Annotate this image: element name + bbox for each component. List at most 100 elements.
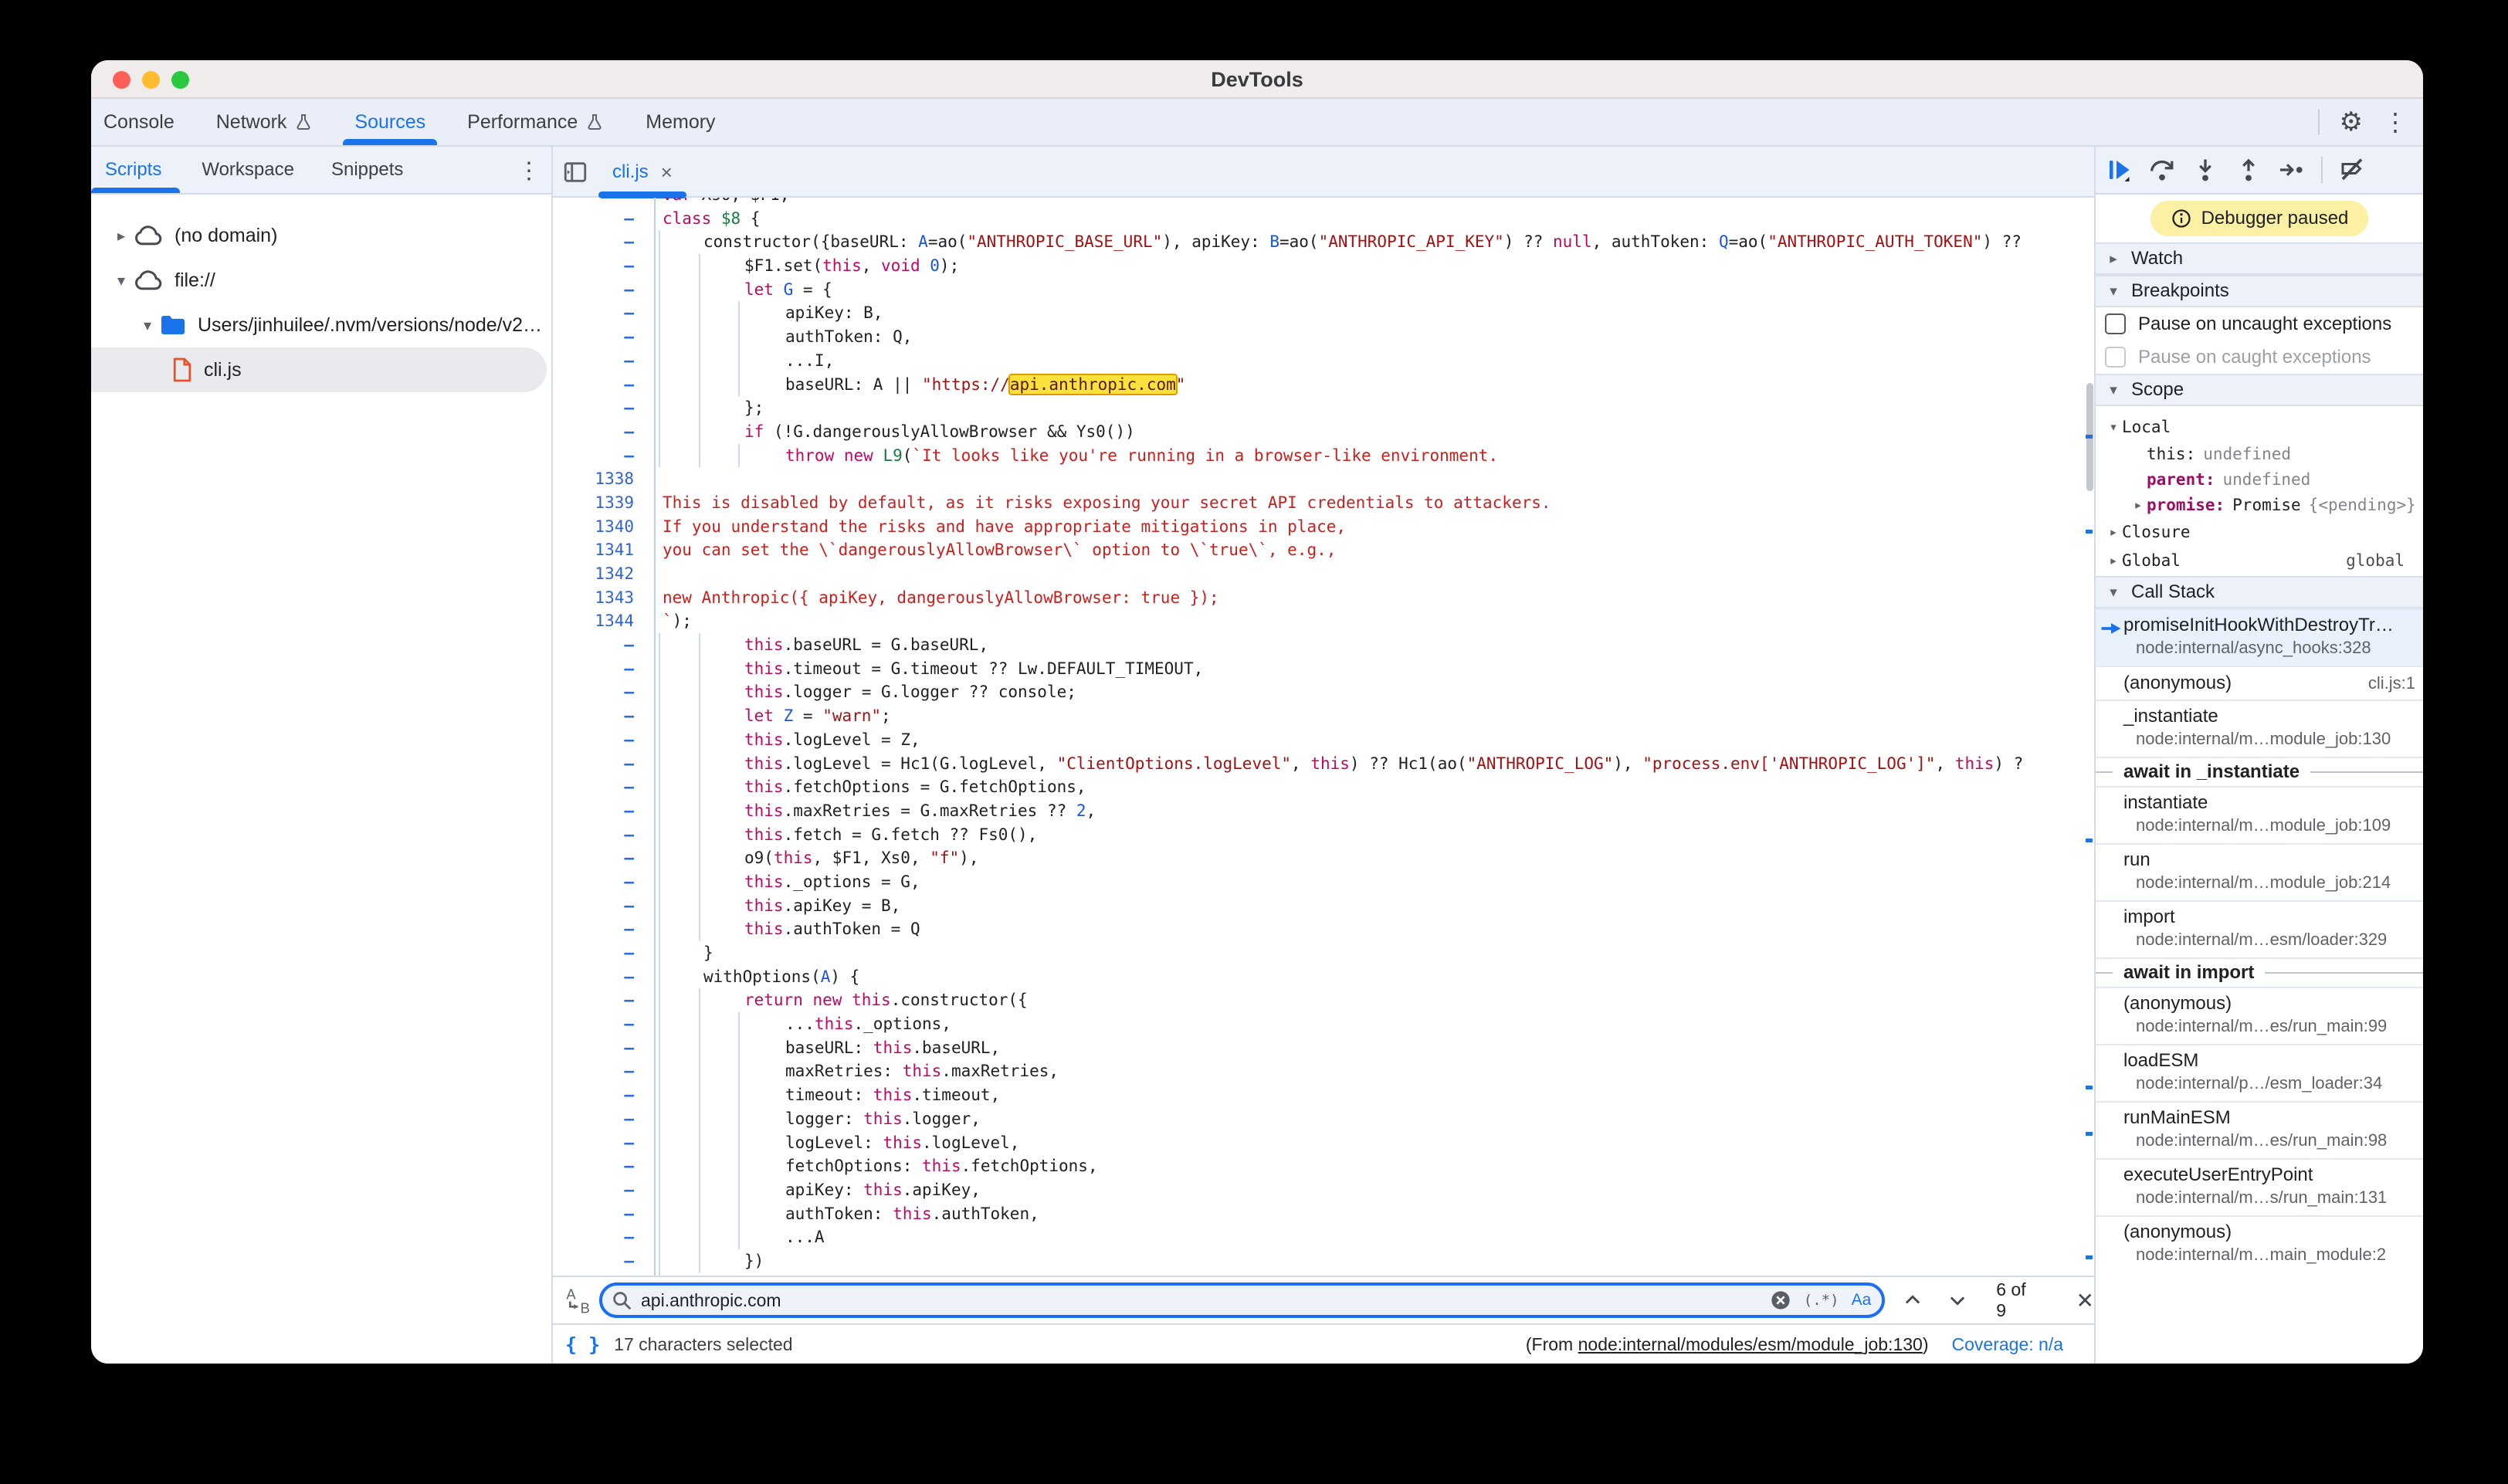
section-breakpoints[interactable]: ▾ Breakpoints <box>2096 275 2423 307</box>
chevron-down-icon[interactable]: ▾ <box>110 271 133 290</box>
pretty-print-icon[interactable]: { } <box>565 1333 600 1356</box>
next-result-icon[interactable] <box>1947 1289 1968 1311</box>
line-gutter[interactable]: – <box>553 633 656 657</box>
line-gutter[interactable]: 1344 <box>553 609 656 633</box>
search-input[interactable]: api.anthropic.com (.*) Aa <box>599 1282 1885 1318</box>
step-icon[interactable] <box>2278 156 2306 184</box>
more-options-icon[interactable]: ⋮ <box>2383 110 2408 134</box>
line-gutter[interactable]: – <box>553 1036 656 1060</box>
line-gutter[interactable]: – <box>553 254 656 278</box>
step-out-icon[interactable] <box>2235 156 2262 184</box>
line-gutter[interactable]: – <box>553 1273 656 1276</box>
tab-memory[interactable]: Memory <box>625 99 736 145</box>
source-link[interactable]: node:internal/modules/esm/module_job:130 <box>1578 1334 1923 1354</box>
call-stack-frame[interactable]: runMainESMnode:internal/m…es/run_main:98 <box>2096 1101 2423 1158</box>
line-gutter[interactable]: – <box>553 230 656 254</box>
line-gutter[interactable]: – <box>553 799 656 823</box>
chevron-down-icon[interactable]: ▾ <box>136 316 159 335</box>
tab-performance[interactable]: Performance <box>446 99 625 145</box>
line-gutter[interactable]: – <box>553 941 656 965</box>
tab-cli-js[interactable]: cli.js × <box>598 147 686 198</box>
line-gutter[interactable]: – <box>553 198 656 207</box>
search-query[interactable]: api.anthropic.com <box>641 1290 1770 1311</box>
line-gutter[interactable]: 1343 <box>553 586 656 610</box>
line-gutter[interactable]: – <box>553 917 656 941</box>
call-stack-frame[interactable]: loadESMnode:internal/p…/esm_loader:34 <box>2096 1044 2423 1101</box>
line-gutter[interactable]: – <box>553 1059 656 1083</box>
call-stack-frame[interactable]: importnode:internal/m…esm/loader:329 <box>2096 900 2423 957</box>
scope-variable-this[interactable]: this:undefined <box>2096 441 2423 466</box>
line-gutter[interactable]: – <box>553 728 656 752</box>
line-gutter[interactable]: – <box>553 1131 656 1155</box>
line-gutter[interactable]: – <box>553 846 656 870</box>
coverage-link[interactable]: Coverage: n/a <box>1952 1334 2063 1355</box>
tab-network[interactable]: Network <box>195 99 334 145</box>
scope-variable-promise[interactable]: ▸promise:Promise{<pending>} <box>2096 492 2423 517</box>
clear-search-icon[interactable] <box>1770 1289 1791 1311</box>
step-over-icon[interactable] <box>2148 156 2176 184</box>
line-gutter[interactable]: – <box>553 420 656 444</box>
previous-result-icon[interactable] <box>1902 1289 1923 1311</box>
checkbox[interactable] <box>2105 347 2126 368</box>
call-stack-frame[interactable]: (anonymous)node:internal/m…main_module:2 <box>2096 1215 2423 1272</box>
chevron-right-icon[interactable]: ▸ <box>2130 496 2147 513</box>
regex-toggle-icon[interactable]: (.*) <box>1804 1292 1839 1309</box>
line-gutter[interactable]: – <box>553 373 656 397</box>
line-gutter[interactable]: – <box>553 396 656 420</box>
replace-toggle-icon[interactable]: A B <box>564 1285 599 1316</box>
call-stack-frame[interactable]: executeUserEntryPointnode:internal/m…s/r… <box>2096 1158 2423 1215</box>
navigator-more-tabs-icon[interactable]: ⋮ <box>517 147 541 195</box>
tree-item-file-[interactable]: ▾file:// <box>91 258 551 303</box>
line-gutter[interactable]: 1339 <box>553 491 656 515</box>
settings-gear-icon[interactable]: ⚙ <box>2340 109 2363 135</box>
line-gutter[interactable]: 1342 <box>553 562 656 586</box>
checkbox[interactable] <box>2105 313 2126 334</box>
tree-item-cli-js[interactable]: cli.js <box>91 347 547 392</box>
chevron-right-icon[interactable]: ▸ <box>110 226 133 246</box>
line-gutter[interactable]: – <box>553 301 656 325</box>
line-gutter[interactable]: – <box>553 1225 656 1249</box>
line-gutter[interactable]: – <box>553 325 656 349</box>
line-gutter[interactable]: – <box>553 1083 656 1107</box>
line-gutter[interactable]: – <box>553 823 656 847</box>
line-gutter[interactable]: – <box>553 278 656 302</box>
call-stack-frame[interactable]: (anonymous)cli.js:1 <box>2096 666 2423 700</box>
navigator-tab-scripts[interactable]: Scripts <box>91 147 183 193</box>
navigator-tab-snippets[interactable]: Snippets <box>313 147 422 193</box>
tab-sources[interactable]: Sources <box>334 99 446 145</box>
line-gutter[interactable]: – <box>553 1107 656 1131</box>
toggle-sidebar-icon[interactable] <box>562 159 588 185</box>
line-gutter[interactable]: – <box>553 349 656 373</box>
line-gutter[interactable]: – <box>553 1249 656 1273</box>
scope-global[interactable]: ▸ Global global <box>2096 546 2423 574</box>
line-gutter[interactable]: – <box>553 680 656 704</box>
call-stack-frame[interactable]: runnode:internal/m…module_job:214 <box>2096 843 2423 900</box>
line-gutter[interactable]: – <box>553 444 656 468</box>
deactivate-breakpoints-icon[interactable] <box>2338 156 2366 184</box>
call-stack-frame[interactable]: (anonymous)node:internal/m…es/run_main:9… <box>2096 987 2423 1044</box>
line-gutter[interactable]: – <box>553 1178 656 1202</box>
call-stack-frame[interactable]: instantiatenode:internal/m…module_job:10… <box>2096 786 2423 843</box>
resume-script-icon[interactable] <box>2105 156 2133 184</box>
section-scope[interactable]: ▾ Scope <box>2096 374 2423 406</box>
line-gutter[interactable]: – <box>553 704 656 728</box>
tree-item-users-jinhuilee-nvm-versions-node-v2-[interactable]: ▾Users/jinhuilee/.nvm/versions/node/v2… <box>91 303 551 347</box>
line-gutter[interactable]: – <box>553 870 656 894</box>
line-gutter[interactable]: – <box>553 657 656 681</box>
scope-local[interactable]: ▾ Local <box>2096 412 2423 441</box>
line-gutter[interactable]: 1340 <box>553 515 656 539</box>
section-watch[interactable]: ▸ Watch <box>2096 242 2423 275</box>
navigator-tab-workspace[interactable]: Workspace <box>183 147 313 193</box>
tree-item--no-domain-[interactable]: ▸(no domain) <box>91 213 551 258</box>
line-gutter[interactable]: – <box>553 775 656 799</box>
match-case-toggle-icon[interactable]: Aa <box>1852 1291 1872 1310</box>
section-call-stack[interactable]: ▾ Call Stack <box>2096 576 2423 608</box>
line-gutter[interactable]: – <box>553 1202 656 1226</box>
line-gutter[interactable]: 1338 <box>553 467 656 491</box>
line-gutter[interactable]: 1341 <box>553 538 656 562</box>
scope-closure[interactable]: ▸ Closure <box>2096 517 2423 546</box>
line-gutter[interactable]: – <box>553 988 656 1012</box>
line-gutter[interactable]: – <box>553 1154 656 1178</box>
code-editor[interactable]: –var Xs0, $F1;–class $8 {–constructor({b… <box>553 198 2094 1276</box>
line-gutter[interactable]: – <box>553 1012 656 1036</box>
